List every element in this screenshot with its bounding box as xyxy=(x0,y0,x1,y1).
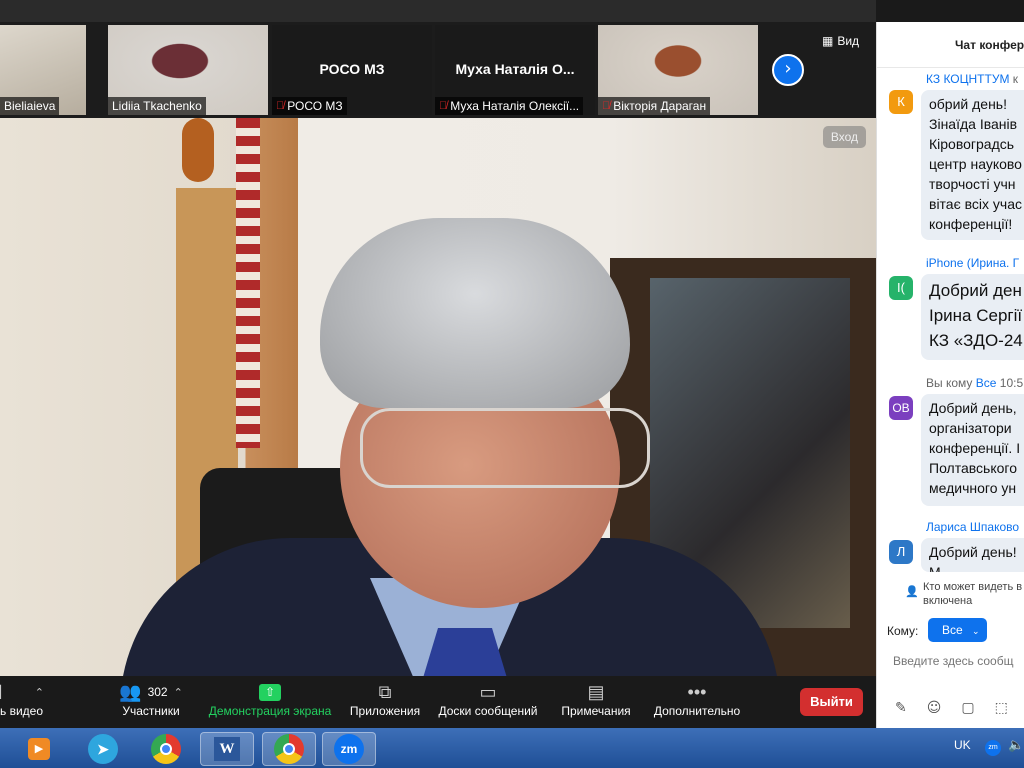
enter-button[interactable]: Вход xyxy=(822,126,866,148)
participant-name: Lidiia Tkachenko xyxy=(108,97,206,115)
chat-title: Чат конфер xyxy=(877,22,1024,68)
people-icon: 👤 xyxy=(905,585,919,598)
whiteboards-button[interactable]: ▭ Доски сообщений xyxy=(436,680,540,719)
taskbar: ▶ ➤ W zm xyxy=(0,728,1024,768)
language-indicator[interactable]: UK xyxy=(954,738,971,752)
participants-icon: 👥 xyxy=(119,681,142,702)
share-screen-icon: ⇧ xyxy=(259,683,281,701)
notes-button[interactable]: ▤ Примечания xyxy=(557,680,635,719)
chevron-down-icon: ⌄ xyxy=(972,626,980,636)
share-screen-button[interactable]: ⇧ Демонстрация экрана xyxy=(207,680,333,718)
participant-tile[interactable]: 🎙̸ Вікторія Дараган xyxy=(598,25,758,115)
message-sender: iPhone (Ирина. Г xyxy=(926,256,1020,270)
message-bubble: Добрий день! М xyxy=(921,538,1024,572)
participant-name: 🎙̸ Муха Наталія Олексії... xyxy=(435,97,584,115)
chevron-right-icon: › xyxy=(784,58,792,79)
taskbar-zoom[interactable]: zm xyxy=(322,732,376,766)
leave-button[interactable]: Выйти xyxy=(800,688,863,716)
chat-input[interactable] xyxy=(893,654,1024,668)
message-sender: КЗ КОЦНТТУМ к xyxy=(926,72,1019,86)
title-bar xyxy=(0,0,876,22)
taskbar-chrome-profile[interactable] xyxy=(262,732,316,766)
participants-count: 302 xyxy=(147,685,168,699)
participants-button[interactable]: 👥 302 ⌃ Участники xyxy=(106,680,196,719)
mic-off-icon: 🎙̸ xyxy=(602,100,611,112)
word-icon: W xyxy=(214,737,240,761)
zoom-meeting-window: Bieliaieva Lidiia Tkachenko РОСО МЗ 🎙̸ РО… xyxy=(0,0,1024,768)
taskbar-word[interactable]: W xyxy=(200,732,254,766)
message-sender: Лариса Шпаково xyxy=(926,520,1020,534)
participant-center-name: РОСО МЗ xyxy=(319,61,385,77)
participant-tile[interactable]: Lidiia Tkachenko xyxy=(108,25,268,115)
message-bubble: Добрий ден Ірина Сергії КЗ «ЗДО-24 xyxy=(921,274,1024,360)
view-button[interactable]: ▦ Вид xyxy=(822,34,859,48)
avatar: К xyxy=(889,90,913,114)
chat-panel: Чат конфер КЗ КОЦНТТУМ к К обрий день! З… xyxy=(876,22,1024,728)
apps-icon: ⧉ xyxy=(378,681,392,702)
participant-name: 🎙̸ Вікторія Дараган xyxy=(598,97,711,115)
chrome-icon xyxy=(151,734,181,764)
avatar: I( xyxy=(889,276,913,300)
decor-plate xyxy=(182,118,214,182)
meeting-toolbar: ▏ ⌃ ь видео 👥 302 ⌃ Участники ⇧ Демонстраци… xyxy=(0,676,876,728)
active-speaker-video: Вход xyxy=(0,118,876,676)
telegram-icon: ➤ xyxy=(88,734,118,764)
participant-name: Bieliaieva xyxy=(0,97,60,115)
participant-tile[interactable]: РОСО МЗ 🎙̸ РОСО МЗ xyxy=(272,25,432,115)
file-icon[interactable]: ▢ xyxy=(961,700,974,716)
emoji-icon[interactable]: ☺ xyxy=(927,700,942,716)
video-button[interactable]: ▏ ⌃ ь видео xyxy=(0,680,44,718)
grid-icon: ▦ xyxy=(822,34,834,48)
avatar: Л xyxy=(889,540,913,564)
whiteboard-icon: ▭ xyxy=(479,681,497,702)
chrome-icon xyxy=(274,734,304,764)
screenshot-icon[interactable]: ⬚ xyxy=(995,700,1008,716)
recipient-label: Кому: xyxy=(887,624,919,638)
participant-gallery: Bieliaieva Lidiia Tkachenko РОСО МЗ 🎙̸ РО… xyxy=(0,22,876,118)
mic-off-icon: 🎙̸ xyxy=(439,100,448,112)
more-button[interactable]: ••• Дополнительно xyxy=(650,680,744,719)
mic-off-icon: 🎙̸ xyxy=(276,100,285,112)
message-bubble: обрий день! Зінаїда Іванів Кіровоградсь … xyxy=(921,90,1024,240)
taskbar-chrome[interactable] xyxy=(139,732,193,766)
speaker-hair xyxy=(320,218,630,408)
volume-icon[interactable]: 🔈 xyxy=(1008,738,1024,753)
chevron-up-icon: ⌃ xyxy=(173,686,183,699)
format-icon[interactable]: ✎ xyxy=(895,700,907,716)
notes-icon: ▤ xyxy=(587,681,605,702)
chat-visibility-notice: 👤 Кто может видеть в включена xyxy=(877,572,1024,610)
participant-center-name: Муха Наталія О... xyxy=(455,61,575,77)
more-icon: ••• xyxy=(687,681,707,702)
chat-tools: ✎ ☺ ▢ ⬚ xyxy=(895,700,1008,716)
apps-button[interactable]: ⧉ Приложения xyxy=(347,680,423,719)
video-icon: ▏ xyxy=(0,685,10,699)
participant-tile[interactable]: Bieliaieva xyxy=(0,25,86,115)
recipient-select[interactable]: Все ⌄ xyxy=(928,618,987,642)
media-player-icon: ▶ xyxy=(28,738,50,760)
avatar: OB xyxy=(889,396,913,420)
speaker-glasses xyxy=(360,408,650,488)
taskbar-telegram[interactable]: ➤ xyxy=(76,732,130,766)
message-bubble: Добрий день, організатори конференції. І… xyxy=(921,394,1024,506)
wall-rug xyxy=(236,118,260,448)
message-sender: Вы кому Все 10:5 xyxy=(926,376,1024,390)
participant-tile[interactable]: Муха Наталія О... 🎙̸ Муха Наталія Олексії… xyxy=(435,25,595,115)
zoom-tray-icon[interactable]: zm xyxy=(985,740,1001,756)
chevron-up-icon: ⌃ xyxy=(34,686,44,699)
zoom-icon: zm xyxy=(334,734,364,764)
taskbar-media-player[interactable]: ▶ xyxy=(12,732,66,766)
next-page-button[interactable]: › xyxy=(772,54,804,86)
participant-name: 🎙̸ РОСО МЗ xyxy=(272,97,347,115)
